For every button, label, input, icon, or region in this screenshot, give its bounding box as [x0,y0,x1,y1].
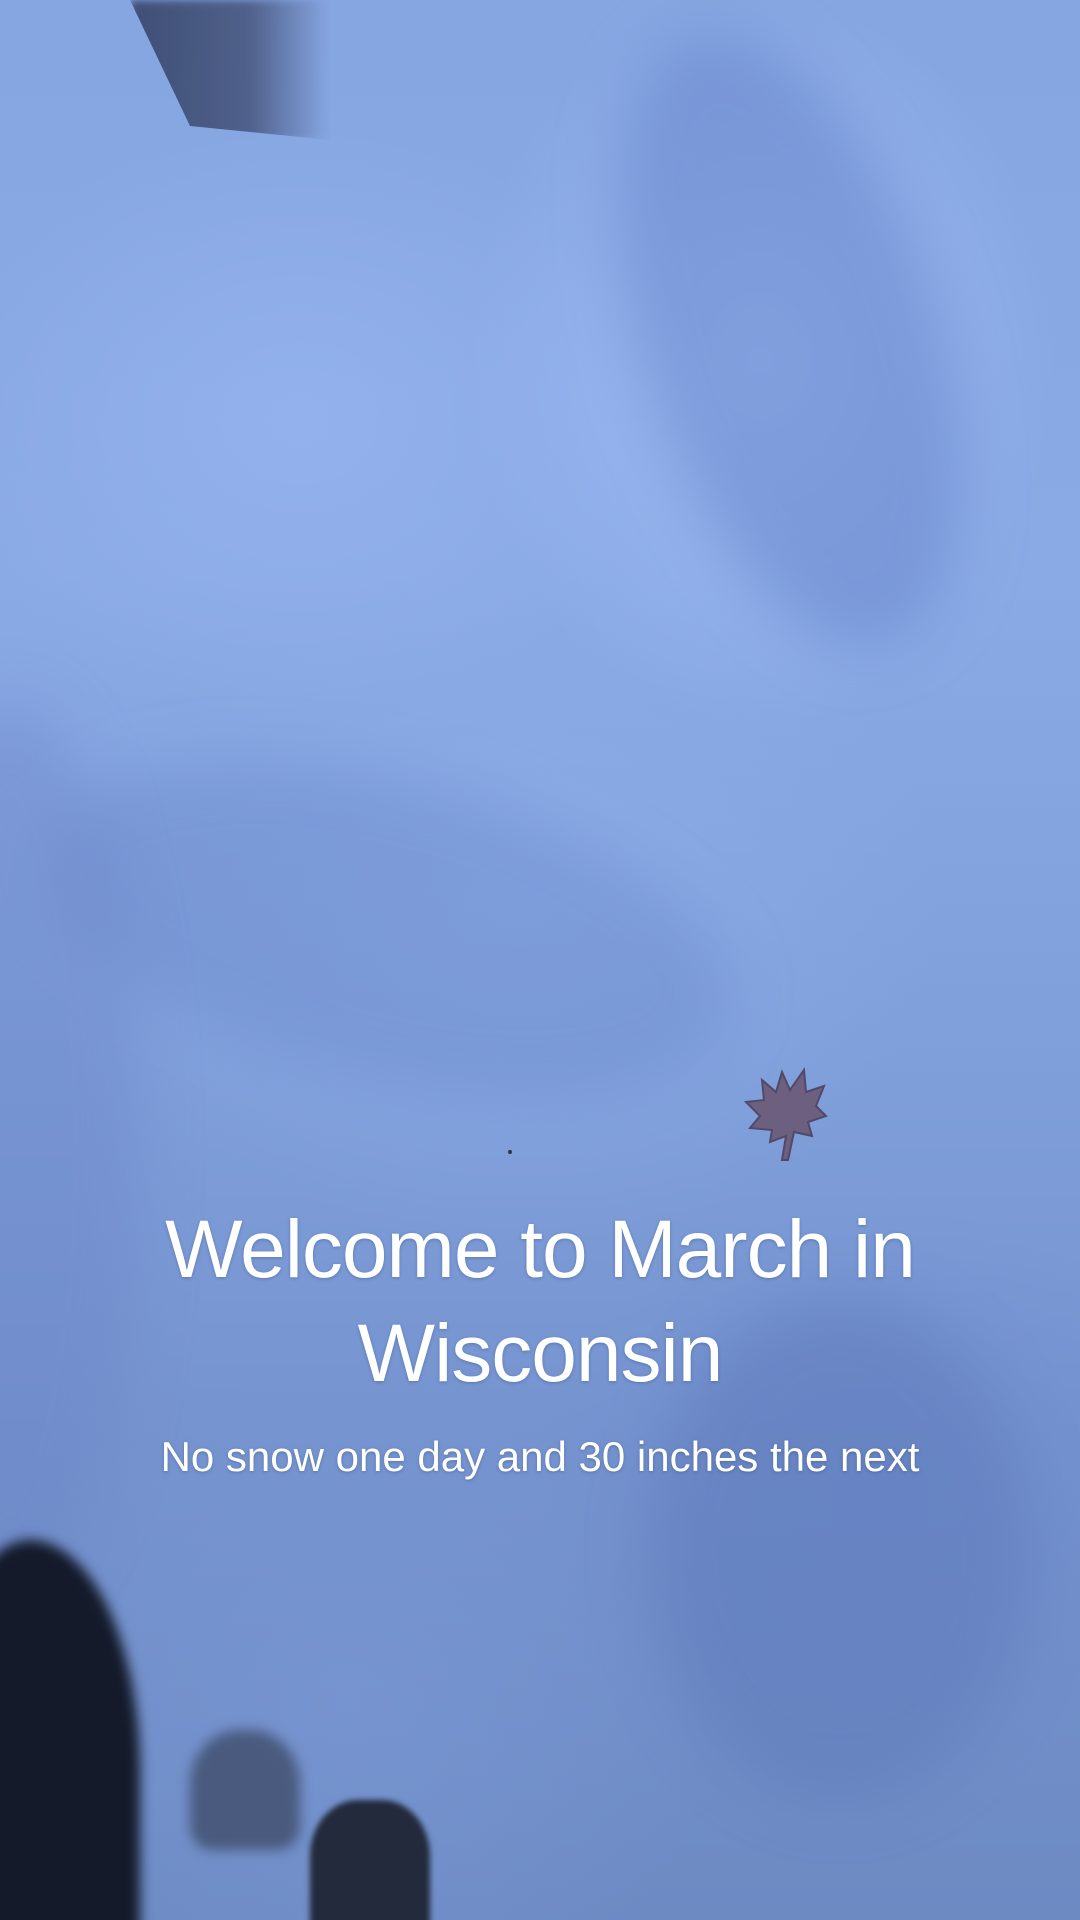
video-frame: Welcome to March in Wisconsin No snow on… [0,0,1080,1920]
dark-object-corner [0,1540,140,1920]
maple-leaf-icon [743,1067,828,1161]
subtitle-overlay-text: No snow one day and 30 inches the next [160,1433,920,1480]
snow-ridge-shadow [548,0,1032,691]
title-overlay-text: Welcome to March in Wisconsin [165,1204,916,1399]
boot-print [190,1730,300,1850]
fence-post [130,0,330,140]
debris-speck [508,1150,512,1154]
boot [310,1800,430,1920]
